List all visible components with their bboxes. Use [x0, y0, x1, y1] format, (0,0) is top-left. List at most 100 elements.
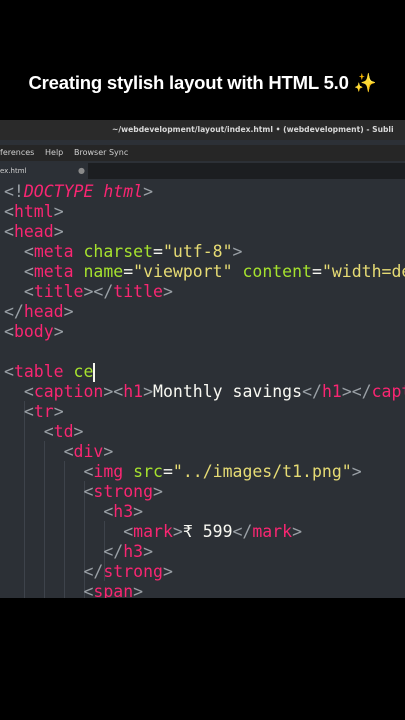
code-token: DOCTYPE html — [23, 182, 144, 201]
code-token: > — [143, 542, 154, 561]
code-token: mark — [133, 522, 173, 541]
tab-bar: ex.html ● — [0, 163, 405, 179]
code-token: > — [133, 582, 144, 598]
code-token: > — [73, 422, 84, 441]
code-token: meta — [33, 242, 74, 261]
code-line[interactable]: <meta charset="utf-8"> — [4, 242, 243, 262]
code-token: ₹ 599 — [182, 522, 233, 541]
code-token: html — [13, 202, 54, 221]
code-token: h3 — [113, 502, 134, 521]
menu-item-browser-sync[interactable]: Browser Sync — [74, 145, 128, 161]
code-token: < — [4, 282, 34, 301]
code-line[interactable]: <strong> — [4, 482, 163, 502]
code-token: "viewport" — [133, 262, 233, 281]
code-token: caption — [33, 382, 104, 401]
code-token: = — [162, 462, 173, 481]
code-line[interactable]: </h3> — [4, 542, 153, 562]
code-token: > — [133, 502, 144, 521]
tab-index-html[interactable]: ex.html ● — [0, 163, 88, 179]
code-line[interactable]: <title></title> — [4, 282, 173, 302]
code-token: < — [4, 202, 14, 221]
code-token: = — [312, 262, 322, 281]
code-token: < — [4, 382, 34, 401]
code-token: < — [4, 422, 54, 441]
code-token: < — [4, 462, 94, 481]
code-line[interactable]: <body> — [4, 322, 64, 342]
code-token: capt — [371, 382, 405, 401]
code-token: < — [4, 482, 94, 501]
code-token: > — [63, 302, 74, 321]
code-token: body — [13, 322, 54, 341]
code-token: > — [232, 242, 243, 261]
code-token: td — [53, 422, 74, 441]
code-line[interactable]: <meta name="viewport" content="width=de — [4, 262, 405, 282]
code-token: < — [4, 502, 114, 521]
window-titlebar: ~/webdevelopment/layout/index.html • (we… — [0, 120, 405, 140]
menu-item-preferences[interactable]: ferences — [0, 145, 34, 161]
code-token: ce — [63, 362, 94, 381]
code-token: tr — [33, 402, 54, 421]
code-token: img — [93, 462, 124, 481]
code-token: strong — [93, 482, 154, 501]
code-token: > — [153, 482, 163, 501]
code-line[interactable]: <head> — [4, 222, 64, 242]
code-token: < — [4, 402, 34, 421]
code-line[interactable]: </head> — [4, 302, 74, 322]
code-line[interactable]: </strong> — [4, 562, 173, 582]
sparkles-icon: ✨ — [353, 72, 377, 93]
code-line[interactable]: <tr> — [4, 402, 64, 422]
code-token: < — [4, 362, 14, 381]
code-line[interactable]: <img src="../images/t1.png"> — [4, 462, 362, 482]
text-cursor — [93, 363, 95, 382]
code-token: "../images/t1.png" — [172, 462, 352, 481]
menu-item-help[interactable]: Help — [45, 145, 63, 161]
code-line[interactable]: <table ce — [4, 362, 93, 382]
code-token: < — [4, 242, 34, 261]
code-line[interactable]: <div> — [4, 442, 114, 462]
code-line[interactable]: <caption><h1>Monthly savings</h1></capt — [4, 382, 405, 402]
code-token: > — [53, 322, 64, 341]
code-token: </ — [4, 562, 104, 581]
code-line[interactable]: <h3> — [4, 502, 143, 522]
code-token: meta — [33, 262, 74, 281]
code-token: > — [351, 462, 362, 481]
code-line[interactable]: <html> — [4, 202, 64, 222]
editor-window: ~/webdevelopment/layout/index.html • (we… — [0, 120, 405, 598]
code-line[interactable]: <mark>₹ 599</mark> — [4, 522, 302, 542]
code-token: > — [143, 182, 154, 201]
code-token: <! — [4, 182, 24, 201]
code-token: ></ — [341, 382, 372, 401]
code-token: < — [4, 522, 134, 541]
code-token: mark — [252, 522, 293, 541]
code-token: head — [13, 222, 54, 241]
code-editor[interactable]: <!DOCTYPE html> <html> <head> <meta charse… — [0, 180, 405, 598]
code-line[interactable]: <span> — [4, 582, 143, 598]
code-token: name — [73, 262, 124, 281]
code-token: content — [232, 262, 312, 281]
code-token: > — [143, 382, 154, 401]
code-token: > — [162, 282, 173, 301]
code-token: "width=de — [321, 262, 405, 281]
code-token: ></ — [83, 282, 114, 301]
code-token: > — [53, 222, 64, 241]
code-token: strong — [103, 562, 163, 581]
code-token: Monthly savings — [153, 382, 303, 401]
menu-bar: ferences Help Browser Sync — [0, 145, 405, 161]
code-token: < — [4, 222, 14, 241]
code-token: span — [93, 582, 134, 598]
code-token: < — [4, 262, 34, 281]
code-token: > — [162, 562, 173, 581]
code-token: > — [103, 442, 114, 461]
code-token: "utf-8" — [162, 242, 233, 261]
code-token: h1 — [123, 382, 144, 401]
code-line[interactable]: <!DOCTYPE html> — [4, 182, 153, 202]
code-token: table — [13, 362, 64, 381]
code-token: >< — [103, 382, 124, 401]
code-line[interactable]: <td> — [4, 422, 84, 442]
tab-label: ex.html — [0, 167, 27, 175]
code-token: charset — [73, 242, 154, 261]
code-token: </ — [4, 302, 24, 321]
code-token: > — [172, 522, 183, 541]
code-token: = — [123, 262, 134, 281]
unsaved-dot-icon[interactable]: ● — [78, 163, 85, 179]
